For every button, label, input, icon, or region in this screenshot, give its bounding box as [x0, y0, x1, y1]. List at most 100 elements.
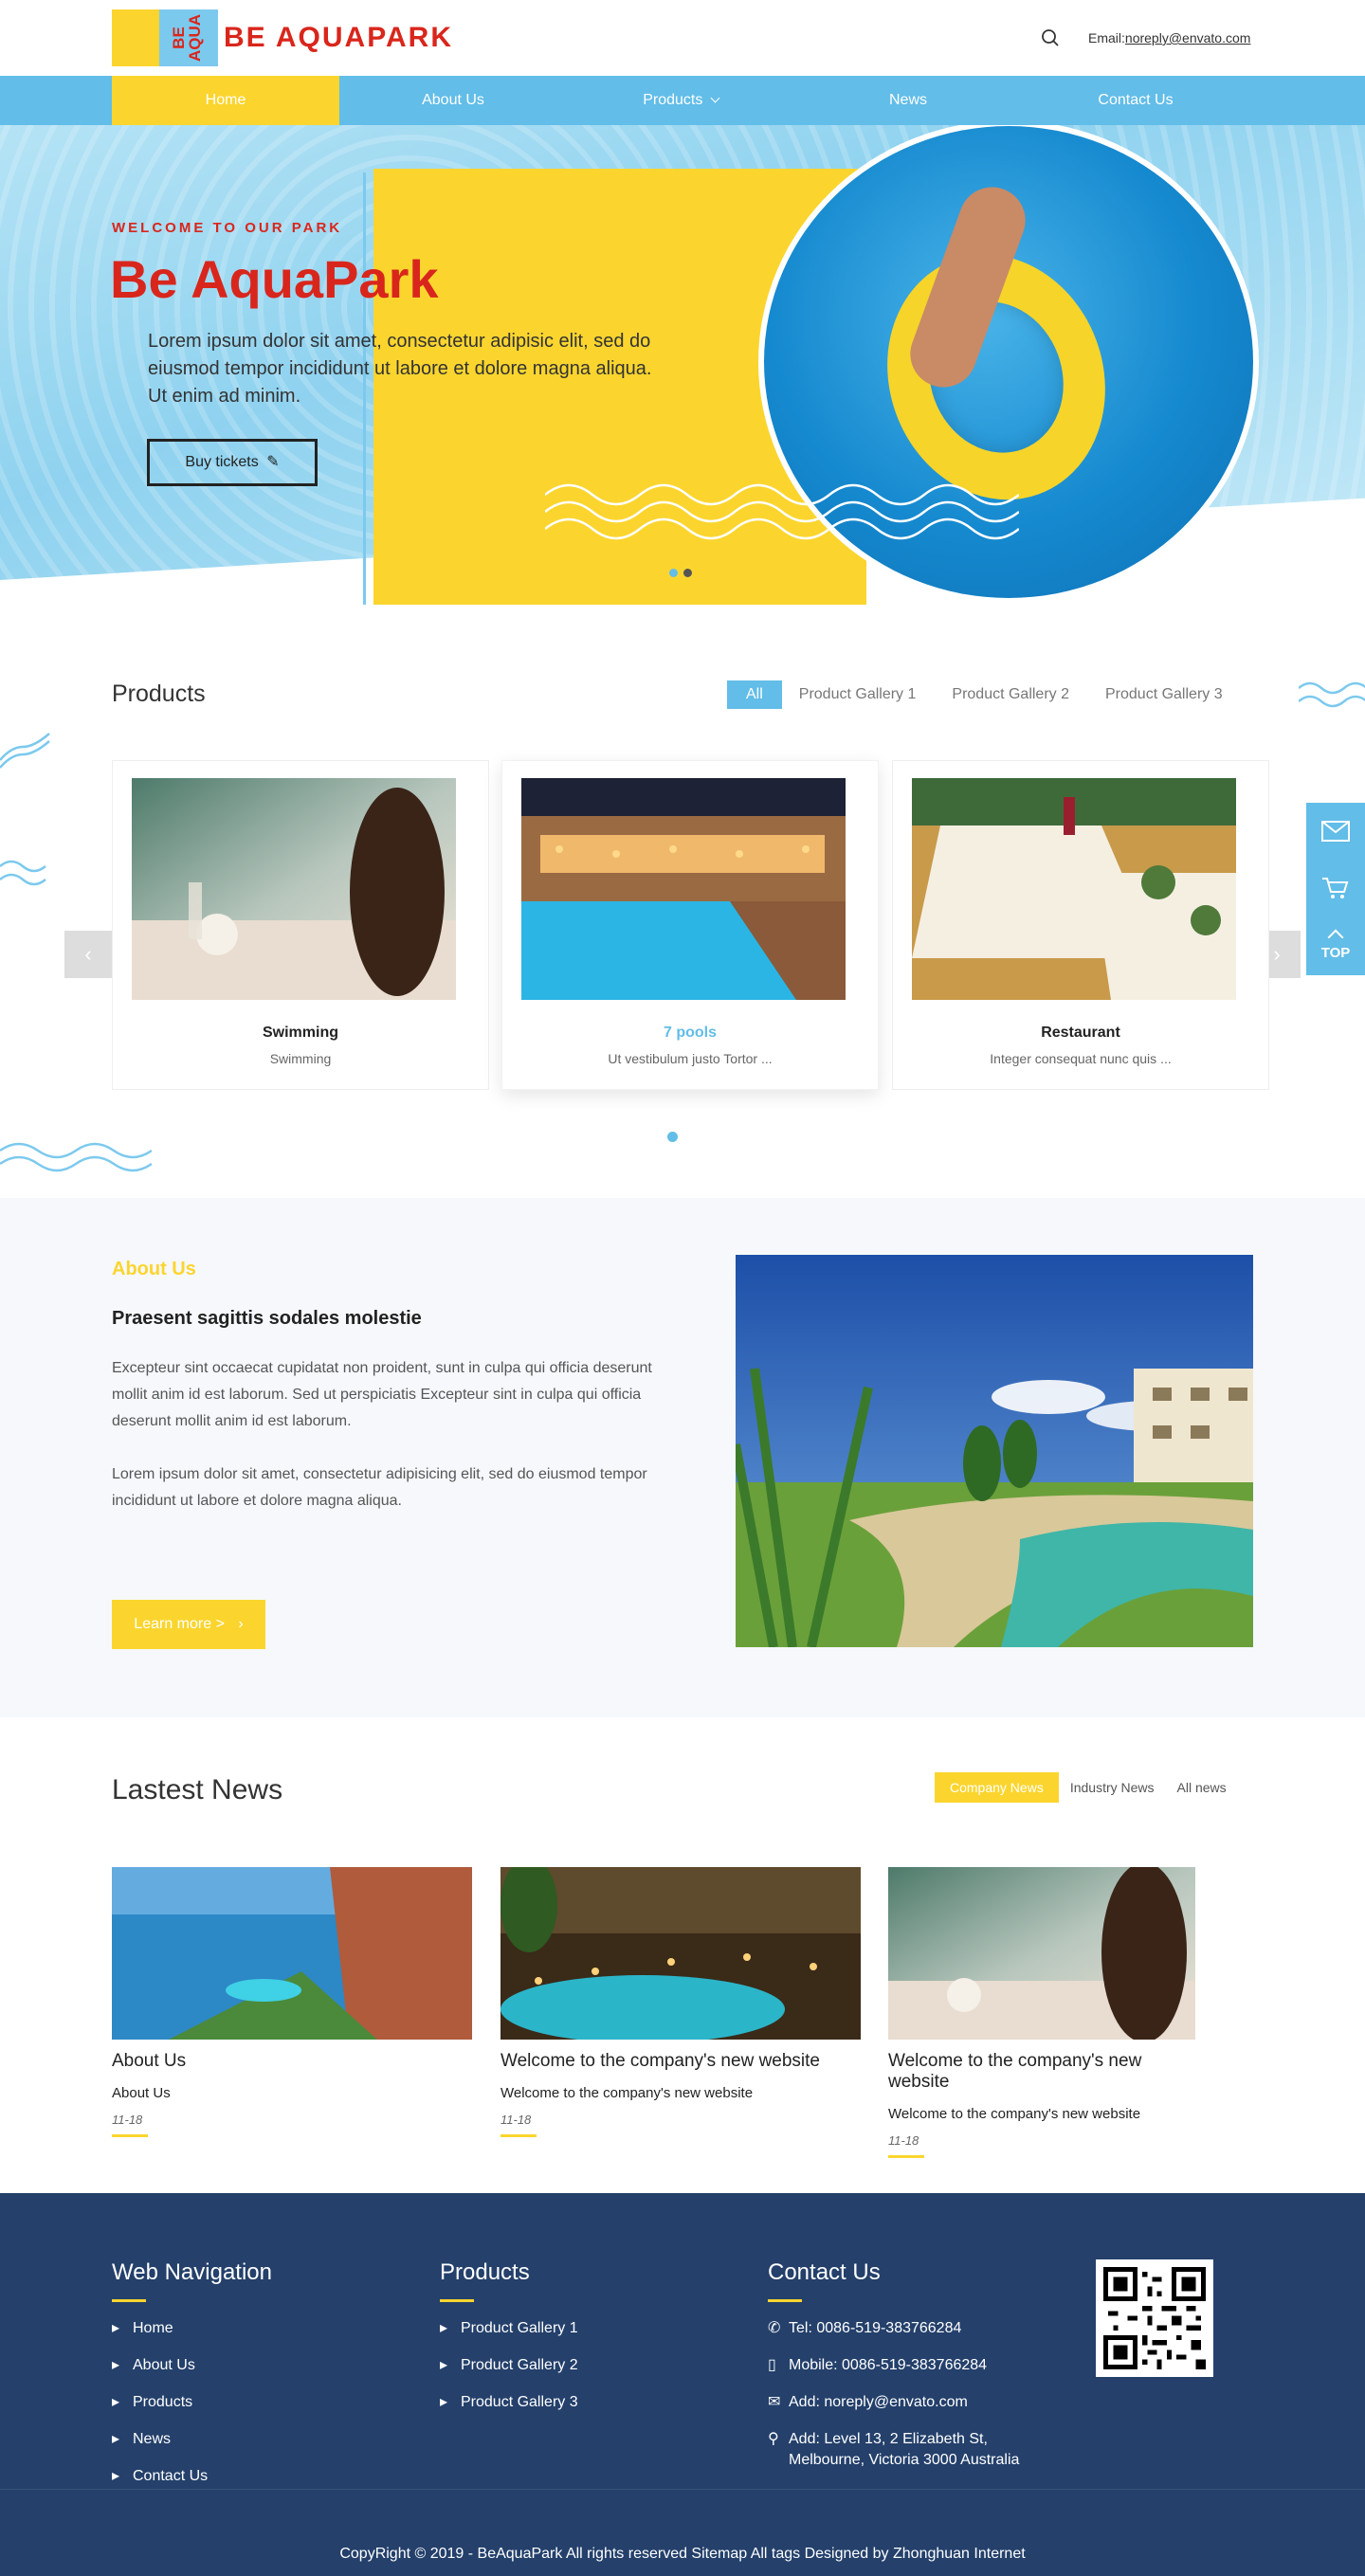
news-date: 11-18 — [500, 2113, 532, 2127]
tab-product-gallery-1[interactable]: Product Gallery 1 — [786, 680, 930, 709]
footer-products: Products ▸ Product Gallery 1 ▸ Product Gal… — [440, 2259, 578, 2413]
learn-more-button[interactable]: Learn more > › — [112, 1600, 265, 1649]
tab-product-gallery-2[interactable]: Product Gallery 2 — [938, 680, 1083, 709]
header-email: Email:noreply@envato.com — [1088, 30, 1250, 45]
news-title[interactable]: Welcome to the company's new website — [500, 2051, 861, 2072]
footer-address: ⚲ Add: Level 13, 2 Elizabeth St, Melbourn… — [768, 2429, 1052, 2471]
footer-link-label: Product Gallery 1 — [461, 2320, 578, 2336]
map-pin-icon: ⚲ — [768, 2431, 779, 2447]
products-tabs: All Product Gallery 1 Product Gallery 2 … — [727, 680, 1236, 709]
footer-link-contact-us[interactable]: ▸ Contact Us — [112, 2466, 272, 2487]
footer-link-product-gallery-1[interactable]: ▸ Product Gallery 1 — [440, 2318, 578, 2339]
product-image-swimming — [132, 778, 456, 1000]
caret-right-icon: ▸ — [112, 2431, 120, 2447]
tab-company-news[interactable]: Company News — [935, 1772, 1059, 1803]
news-item[interactable]: About Us About Us 11-18 — [112, 1867, 472, 2137]
news-tabs: Company News Industry News All news — [935, 1772, 1238, 1803]
footer-contact-title: Contact Us — [768, 2259, 881, 2285]
search-icon[interactable] — [1041, 28, 1060, 47]
news-image-pool-night — [500, 1867, 861, 2040]
product-subtitle: Ut vestibulum justo Tortor ... — [608, 1051, 773, 1066]
carousel-dot[interactable] — [667, 1132, 678, 1142]
logo-mark: BE AQUA — [112, 9, 218, 66]
caret-right-icon: ▸ — [440, 2320, 448, 2336]
top-label: TOP — [1320, 945, 1351, 961]
logo-text: BE AQUAPARK — [224, 22, 454, 53]
email-link[interactable]: noreply@envato.com — [1125, 30, 1251, 45]
product-title: Restaurant — [1041, 1025, 1120, 1041]
footer-link-product-gallery-2[interactable]: ▸ Product Gallery 2 — [440, 2355, 578, 2376]
footer-link-label: Products — [133, 2394, 193, 2410]
nav-about-us[interactable]: About Us — [339, 76, 567, 125]
hero-title: Be AquaPark — [110, 249, 439, 309]
mail-icon[interactable] — [1306, 803, 1365, 860]
footer-link-label: Contact Us — [133, 2468, 209, 2484]
nav-home[interactable]: Home — [112, 76, 339, 125]
caret-right-icon: ▸ — [440, 2394, 448, 2410]
site-header: BE AQUA BE AQUAPARK Email:noreply@envato… — [0, 0, 1365, 76]
news-item[interactable]: Welcome to the company's new website Wel… — [888, 1867, 1195, 2158]
phone-icon: ✆ — [768, 2320, 781, 2336]
chevron-right-icon: › — [238, 1616, 244, 1632]
nav-contact-us[interactable]: Contact Us — [1022, 76, 1249, 125]
logo[interactable]: BE AQUA BE AQUAPARK — [112, 9, 453, 66]
product-card-swimming[interactable]: Swimming Swimming — [112, 760, 489, 1090]
ticket-icon: ✎ — [266, 454, 280, 470]
email-label: Email: — [1088, 30, 1125, 45]
side-float-bar: TOP — [1306, 803, 1365, 975]
qr-code — [1096, 2259, 1213, 2377]
news-accent-bar — [500, 2134, 537, 2137]
about-subheading: Praesent sagittis sodales molestie — [112, 1308, 422, 1329]
footer-link-home[interactable]: ▸ Home — [112, 2318, 272, 2339]
news-title[interactable]: Welcome to the company's new website — [888, 2051, 1195, 2093]
product-card-7-pools[interactable]: 7 pools Ut vestibulum justo Tortor ... — [501, 760, 879, 1090]
product-subtitle: Integer consequat nunc quis ... — [990, 1051, 1172, 1066]
footer-tel-text: Tel: 0086-519-383766284 — [789, 2320, 962, 2336]
nav-products[interactable]: Products — [567, 76, 794, 125]
news-date: 11-18 — [888, 2133, 919, 2148]
slider-dot-1[interactable] — [669, 569, 678, 577]
carousel-prev-button[interactable]: ‹ — [64, 931, 112, 978]
news-image-breakfast — [888, 1867, 1195, 2040]
squiggle-decoration — [0, 860, 46, 886]
footer-email-text: Add: noreply@envato.com — [789, 2394, 968, 2410]
cart-icon[interactable] — [1306, 860, 1365, 916]
about-paragraph-2: Lorem ipsum dolor sit amet, consectetur … — [112, 1466, 647, 1509]
footer-link-about-us[interactable]: ▸ About Us — [112, 2355, 272, 2376]
footer-link-label: News — [133, 2431, 172, 2447]
tab-industry-news[interactable]: Industry News — [1059, 1772, 1166, 1803]
buy-tickets-button[interactable]: Buy tickets ✎ — [147, 439, 318, 486]
product-title: Swimming — [262, 1025, 338, 1041]
nav-news[interactable]: News — [794, 76, 1022, 125]
caret-right-icon: ▸ — [112, 2468, 120, 2484]
squiggle-decoration — [0, 1142, 152, 1172]
product-card-restaurant[interactable]: Restaurant Integer consequat nunc quis .… — [892, 760, 1269, 1090]
products-title: Products — [112, 680, 206, 707]
site-footer: Web Navigation ▸ Home ▸ About Us ▸ Products… — [0, 2193, 1365, 2576]
footer-mobile: ▯ Mobile: 0086-519-383766284 — [768, 2355, 1052, 2376]
envelope-icon: ✉ — [768, 2394, 781, 2410]
footer-tel: ✆ Tel: 0086-519-383766284 — [768, 2318, 1052, 2339]
news-summary: About Us — [112, 2085, 171, 2101]
tab-all-news[interactable]: All news — [1166, 1772, 1238, 1803]
slider-dot-2[interactable] — [683, 569, 692, 577]
product-subtitle: Swimming — [269, 1051, 332, 1066]
footer-nav-title: Web Navigation — [112, 2259, 272, 2285]
learn-more-label: Learn more > — [134, 1616, 225, 1632]
news-item[interactable]: Welcome to the company's new website Wel… — [500, 1867, 861, 2137]
hero-text: Lorem ipsum dolor sit amet, consectetur … — [148, 331, 652, 407]
footer-mobile-text: Mobile: 0086-519-383766284 — [789, 2357, 988, 2373]
chevron-up-icon — [1327, 929, 1344, 946]
buy-tickets-label: Buy tickets — [185, 454, 259, 470]
footer-link-products[interactable]: ▸ Products — [112, 2392, 272, 2413]
footer-products-title: Products — [440, 2259, 530, 2285]
news-accent-bar — [112, 2134, 148, 2137]
caret-right-icon: ▸ — [440, 2357, 448, 2373]
footer-link-news[interactable]: ▸ News — [112, 2429, 272, 2450]
tab-all[interactable]: All — [727, 680, 782, 709]
news-title[interactable]: About Us — [112, 2051, 472, 2072]
back-to-top-button[interactable]: TOP — [1306, 916, 1365, 973]
news-accent-bar — [888, 2155, 924, 2158]
tab-product-gallery-3[interactable]: Product Gallery 3 — [1092, 680, 1236, 709]
footer-link-product-gallery-3[interactable]: ▸ Product Gallery 3 — [440, 2392, 578, 2413]
